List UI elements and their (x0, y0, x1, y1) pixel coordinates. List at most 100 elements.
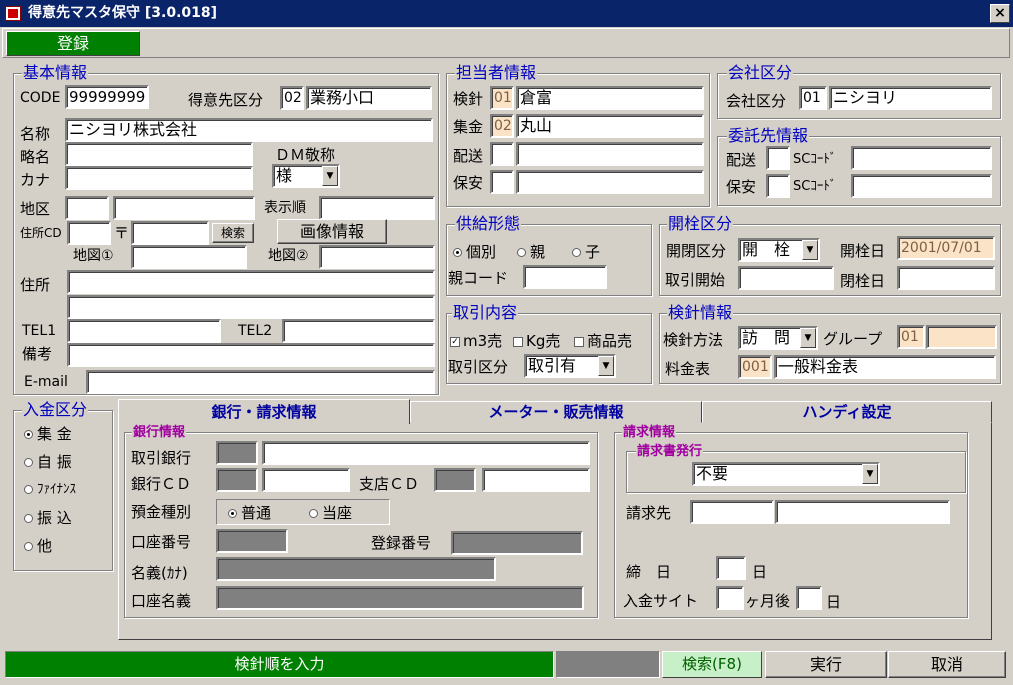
address-label: 住所 (20, 276, 51, 294)
kubun-code-input[interactable]: 02 (280, 86, 304, 110)
email-input[interactable] (86, 370, 435, 394)
payment-opt-autodebit-label: 自 振 (37, 453, 72, 471)
supply-opt-child[interactable]: 子 (572, 242, 600, 262)
payment-opt-autodebit[interactable]: 自 振 (24, 452, 72, 472)
address2-input[interactable] (67, 295, 435, 319)
payment-opt-collect[interactable]: 集 金 (24, 424, 72, 444)
close-button[interactable]: × (990, 4, 1010, 23)
tel1-input[interactable] (67, 319, 221, 343)
close-date-input[interactable] (897, 266, 995, 290)
address-cd-input[interactable] (67, 221, 111, 245)
rate-code-input[interactable]: 001 (738, 355, 772, 379)
staff-safety-code[interactable] (490, 170, 514, 194)
staff-meter-name[interactable]: 倉富 (516, 86, 704, 110)
map2-input[interactable] (319, 245, 435, 269)
bank-code-input[interactable] (216, 441, 258, 465)
tab-handy[interactable]: ハンディ設定 (702, 401, 992, 423)
staff-collect-code[interactable]: 02 (490, 114, 514, 138)
staff-collect-name[interactable]: 丸山 (516, 114, 704, 138)
chevron-down-icon[interactable]: ▼ (322, 166, 338, 186)
payment-opt-finance[interactable]: ﾌｧｲﾅﾝｽ (24, 480, 76, 500)
trade-check-goods[interactable]: 商品売 (574, 331, 632, 351)
staff-delivery-name[interactable] (516, 142, 704, 166)
image-info-button[interactable]: 画像情報 (277, 219, 387, 244)
tel2-input[interactable] (282, 319, 435, 343)
payment-opt-collect-label: 集 金 (37, 425, 72, 443)
valve-kubun-select[interactable]: 開 栓 ▼ (738, 238, 820, 262)
staff-delivery-code[interactable] (490, 142, 514, 166)
address1-input[interactable] (67, 270, 435, 294)
supply-opt-parent[interactable]: 親 (517, 242, 545, 262)
billing-dest-code[interactable] (690, 500, 774, 524)
payment-opt-transfer[interactable]: 振 込 (24, 508, 72, 528)
meter-group-name[interactable] (926, 325, 997, 349)
reg-no-input[interactable] (451, 531, 583, 555)
tab-meter-sales[interactable]: メーター・販売情報 (410, 401, 702, 423)
deposit-opt-current[interactable]: 当座 (309, 503, 352, 523)
meter-method-select[interactable]: 訪 問 ▼ (738, 326, 818, 350)
invoice-issue-select[interactable]: 不要 ▼ (692, 462, 880, 486)
register-button[interactable]: 登録 (6, 31, 140, 56)
parent-code-input[interactable] (523, 265, 607, 289)
execute-button[interactable]: 実行 (765, 651, 887, 678)
holder-kana-input[interactable] (216, 557, 496, 581)
short-name-input[interactable] (65, 142, 253, 166)
payment-opt-other[interactable]: 他 (24, 536, 52, 556)
order-input[interactable] (319, 196, 435, 220)
title-bar: 得意先マスタ保守 [3.0.018] × (0, 0, 1013, 27)
bank-cd-name-input[interactable] (262, 468, 350, 492)
trade-check-kg[interactable]: Kg売 (513, 331, 560, 351)
trade-kubun-select[interactable]: 取引有 ▼ (524, 354, 616, 378)
rate-name-input[interactable]: 一般料金表 (774, 355, 996, 379)
trade-start-input[interactable] (738, 266, 834, 290)
consign-delivery-sc-input[interactable] (851, 146, 992, 170)
area-code-input[interactable] (65, 196, 109, 220)
chevron-down-icon[interactable]: ▼ (862, 464, 878, 484)
payment-opt-finance-label: ﾌｧｲﾅﾝｽ (37, 482, 76, 497)
account-no-input[interactable] (216, 529, 288, 553)
company-code-input[interactable]: 01 (799, 86, 827, 110)
branch-name-input[interactable] (482, 468, 590, 492)
kubun-name-input[interactable]: 業務小口 (306, 86, 432, 110)
company-name-input[interactable]: ニシヨリ (829, 86, 992, 110)
meter-group-label: グループ (823, 330, 883, 348)
dm-select[interactable]: 様 ▼ (272, 164, 340, 188)
kana-label: カナ (20, 171, 51, 189)
branch-cd-input[interactable] (434, 468, 476, 492)
payment-site-day-input[interactable] (796, 586, 822, 610)
closing-day-input[interactable] (716, 556, 746, 580)
billing-dest-name[interactable] (775, 500, 950, 524)
kana-input[interactable] (65, 166, 253, 190)
area-name-input[interactable] (113, 196, 255, 220)
bank-name-input[interactable] (262, 441, 590, 465)
meter-group-code[interactable]: 01 (897, 325, 925, 349)
trade-check-m3[interactable]: ✓ m3売 (450, 331, 502, 351)
chevron-down-icon[interactable]: ▼ (802, 240, 818, 260)
status-blank (556, 651, 660, 678)
map1-input[interactable] (131, 245, 247, 269)
tab-bank-billing[interactable]: 銀行・請求情報 (118, 399, 410, 424)
zip-input[interactable] (131, 221, 209, 245)
deposit-opt-normal[interactable]: 普通 (228, 503, 271, 523)
address-cd-label: 住所CD (20, 226, 62, 240)
search-f8-button[interactable]: 検索(F8) (662, 651, 762, 678)
code-input[interactable]: 99999999 (65, 85, 149, 109)
open-date-input[interactable]: 2001/07/01 (897, 236, 995, 260)
short-name-label: 略名 (20, 148, 51, 166)
consign-safety-sc-input[interactable] (851, 174, 992, 198)
chevron-down-icon[interactable]: ▼ (598, 356, 614, 376)
name-input[interactable]: ニシヨリ株式会社 (65, 118, 433, 142)
note-input[interactable] (67, 343, 435, 367)
supply-opt-individual[interactable]: 個別 (453, 242, 496, 262)
payment-site-input[interactable] (716, 586, 744, 610)
consign-delivery-code[interactable] (766, 146, 790, 170)
address-search-button[interactable]: 検索 (212, 223, 254, 243)
staff-safety-name[interactable] (516, 170, 704, 194)
chevron-down-icon[interactable]: ▼ (800, 328, 816, 348)
cancel-button[interactable]: 取消 (888, 651, 1006, 678)
holder-name-input[interactable] (216, 586, 584, 610)
trade-check-goods-label: 商品売 (587, 332, 633, 350)
bank-cd-input[interactable] (216, 468, 258, 492)
consign-safety-code[interactable] (766, 174, 790, 198)
staff-meter-code[interactable]: 01 (490, 86, 514, 110)
